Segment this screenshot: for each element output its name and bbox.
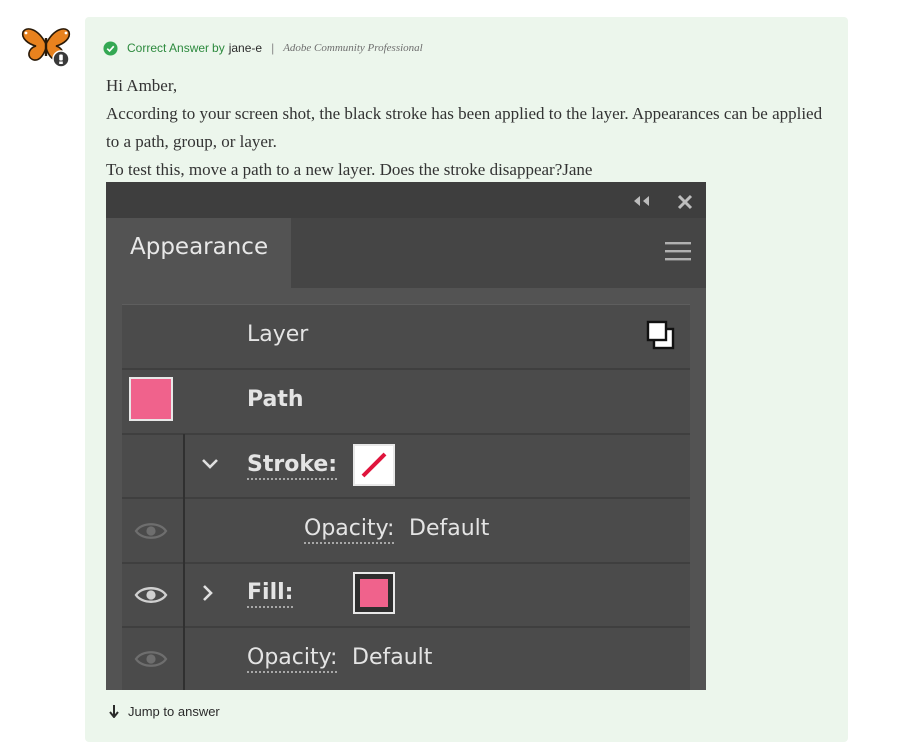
menu-icon — [665, 242, 691, 261]
meta-separator: | — [271, 41, 275, 55]
eye-icon — [134, 523, 168, 539]
stroke-swatch — [353, 444, 395, 486]
chevron-down-icon — [202, 459, 218, 469]
panel-title: Appearance — [130, 234, 269, 260]
avatar[interactable] — [20, 24, 72, 68]
jump-to-answer-label: Jump to answer — [128, 703, 220, 719]
layer-label: Layer — [247, 322, 309, 347]
fill-swatch — [353, 572, 395, 614]
stroke-label: Stroke: — [247, 452, 338, 480]
author-rank: Adobe Community Professional — [283, 42, 423, 54]
layer-icon — [646, 320, 675, 350]
answer-meta: Correct Answer by jane-e | Adobe Communi… — [103, 39, 423, 57]
arrow-down-icon — [109, 705, 119, 718]
stroke-opacity-row — [122, 499, 690, 564]
greeting: Hi Amber, — [106, 76, 178, 95]
chevron-right-icon — [203, 585, 213, 601]
answer-body: Hi Amber, According to your screen shot,… — [106, 72, 826, 184]
author-link[interactable]: jane-e — [229, 41, 262, 55]
eye-icon — [134, 587, 168, 603]
answer-paragraph: According to your screen shot, the black… — [106, 104, 823, 151]
stroke-opacity-value: Default — [409, 516, 490, 541]
fill-opacity-label: Opacity: — [247, 645, 338, 673]
panel-topbar — [106, 182, 706, 218]
eye-icon — [134, 651, 168, 667]
layer-row — [122, 305, 690, 370]
fill-label: Fill: — [247, 580, 294, 608]
stroke-opacity-label: Opacity: — [304, 516, 395, 544]
correct-answer-badge: Correct Answer — [127, 41, 210, 55]
appearance-panel-screenshot[interactable]: Appearance Layer Path Stroke: Opacity: D… — [106, 182, 706, 690]
path-label: Path — [247, 387, 304, 412]
check-circle-icon — [103, 40, 118, 56]
answer-paragraph: To test this, move a path to a new layer… — [106, 160, 593, 179]
by-label: by — [212, 41, 225, 55]
jump-to-answer-link[interactable]: Jump to answer — [109, 702, 220, 720]
fill-opacity-value: Default — [352, 645, 433, 670]
path-row — [122, 370, 690, 435]
collapse-icon — [634, 196, 649, 206]
close-icon — [677, 194, 693, 210]
path-swatch — [129, 377, 173, 421]
